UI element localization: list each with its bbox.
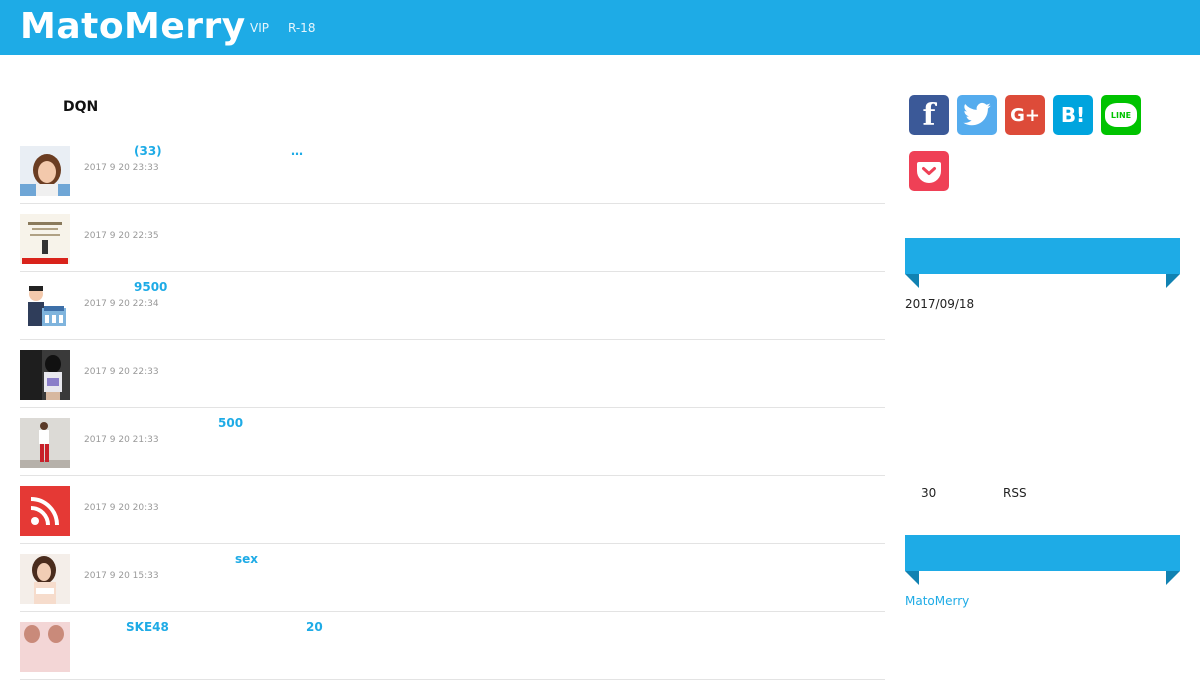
list-item[interactable]: 2017 9 20 20:33 [20,476,885,544]
line-icon[interactable]: LINE [1101,95,1141,135]
sidebar-heading-band [905,535,1180,571]
article-title[interactable]: sex [235,552,258,566]
article-title[interactable]: 500 [218,416,243,430]
article-title[interactable]: 9500 [134,280,167,294]
facebook-icon[interactable]: f [909,95,949,135]
article-date: 2017 9 20 20:33 [84,503,159,513]
band-ribbon-left [905,274,919,288]
site-link[interactable]: MatoMerry [905,594,969,608]
photo-woman-icon[interactable] [20,146,70,196]
rss-label[interactable]: RSS [1003,486,1027,500]
list-item[interactable]: (33) … 2017 9 20 23:33 [20,136,885,204]
nav-link-r18[interactable]: R-18 [288,21,315,35]
band-ribbon-left [905,571,919,585]
site-logo[interactable]: MatoMerry [20,6,246,47]
article-date: 2017 9 20 22:33 [84,367,159,377]
photo-people-icon[interactable] [20,350,70,400]
article-title[interactable]: SKE48 [126,620,169,634]
document-icon[interactable] [20,214,70,264]
site-header: MatoMerry VIP R-18 [0,0,1200,55]
photo-person-icon[interactable] [20,418,70,468]
sidebar-date: 2017/09/18 [905,297,975,311]
band-ribbon-right [1166,571,1180,585]
section-title: DQN [63,99,99,115]
article-list: (33) … 2017 9 20 23:33 2017 9 20 22:35 9… [20,136,885,680]
article-title[interactable]: (33) [134,144,162,158]
list-item[interactable]: SKE48 20 [20,612,885,680]
rss-count: 30 [921,486,937,500]
photo-woman-icon[interactable] [20,554,70,604]
article-title-extra[interactable]: … [291,144,303,158]
list-item[interactable]: 500 2017 9 20 21:33 [20,408,885,476]
article-title-extra[interactable]: 20 [306,620,323,634]
bank-man-icon[interactable] [20,282,70,332]
band-ribbon-right [1166,274,1180,288]
twitter-icon[interactable] [957,95,997,135]
google-plus-icon[interactable]: G+ [1005,95,1045,135]
list-item[interactable]: sex 2017 9 20 15:33 [20,544,885,612]
article-date: 2017 9 20 21:33 [84,435,159,445]
rss-icon[interactable] [20,486,70,536]
article-date: 2017 9 20 22:34 [84,299,159,309]
hatena-bookmark-icon[interactable]: B! [1053,95,1093,135]
pocket-icon[interactable] [909,151,949,191]
nav-link-vip[interactable]: VIP [250,21,269,35]
list-item[interactable]: 2017 9 20 22:35 [20,204,885,272]
article-date: 2017 9 20 23:33 [84,163,159,173]
article-date: 2017 9 20 22:35 [84,231,159,241]
sidebar-heading-band [905,238,1180,274]
article-date: 2017 9 20 15:33 [84,571,159,581]
list-item[interactable]: 9500 2017 9 20 22:34 [20,272,885,340]
list-item[interactable]: 2017 9 20 22:33 [20,340,885,408]
